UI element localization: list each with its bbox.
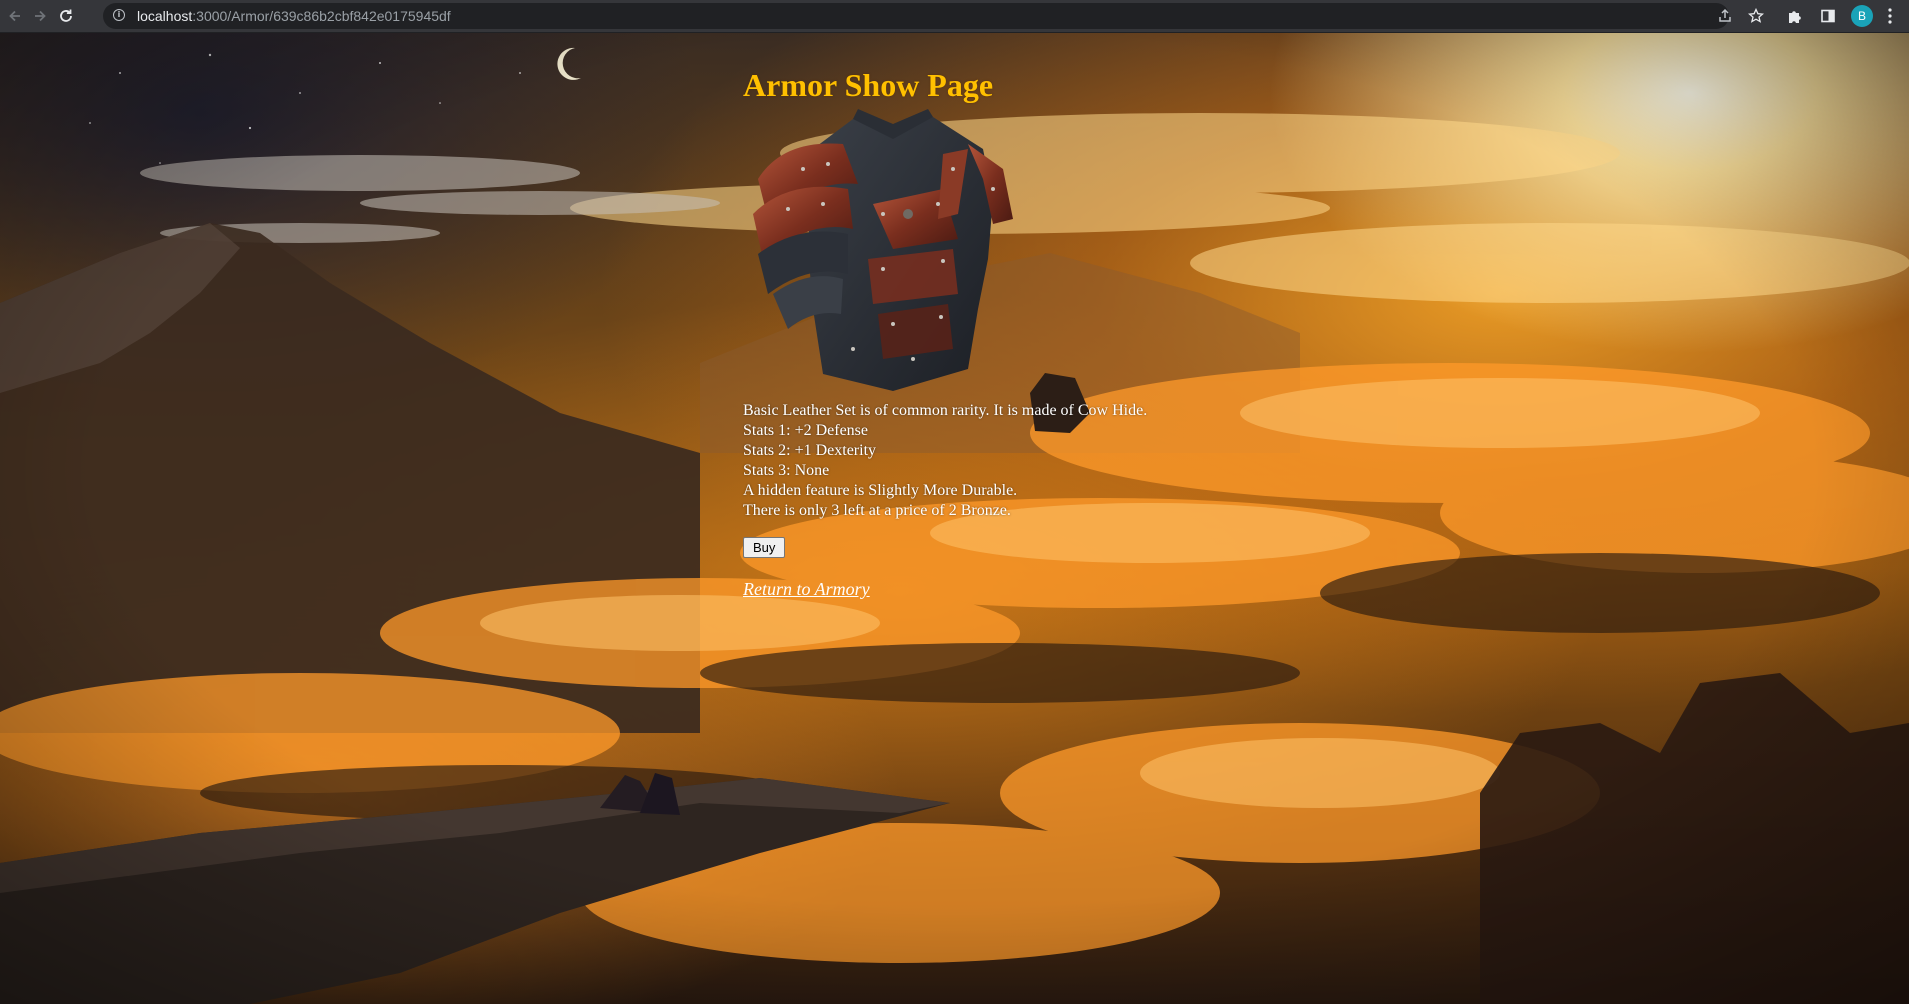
menu-button[interactable] [1887,7,1893,25]
buy-button[interactable]: Buy [743,537,786,558]
url-text[interactable]: localhost:3000/Armor/639c86b2cbf842e0175… [137,7,451,25]
forward-arrow-icon [35,10,46,22]
back-arrow-icon [9,10,20,22]
bookmark-button[interactable] [1746,6,1766,26]
kebab-menu-icon [1888,8,1892,24]
page-title: Armor Show Page [743,67,994,103]
armor-description: Basic Leather Set is of common rarity. I… [743,401,1343,521]
browser-toolbar: i localhost:3000/Armor/639c86b2cbf842e01… [0,0,1909,33]
forward-button[interactable] [30,6,50,26]
armor-show-content: Armor Show Page Basic Leather Set is of … [743,65,1343,600]
armor-image [753,109,1013,391]
stats-2-line: Stats 2: +1 Dexterity [743,442,877,459]
page-background: Armor Show Page Basic Leather Set is of … [0,33,1909,1004]
return-to-armory-link[interactable]: Return to Armory [743,578,1343,600]
stock-price-line: There is only 3 left at a price of 2 Bro… [743,502,1011,519]
hidden-feature-line: A hidden feature is Slightly More Durabl… [743,482,1018,499]
info-icon[interactable]: i [113,9,125,21]
stats-3-line: Stats 3: None [743,462,830,479]
reload-icon [60,9,72,22]
description-line: Basic Leather Set is of common rarity. I… [743,402,1148,419]
share-button[interactable] [1715,6,1735,26]
address-bar[interactable]: i localhost:3000/Armor/639c86b2cbf842e01… [103,3,1729,29]
star-icon [1748,8,1764,23]
side-panel-icon [1821,9,1835,23]
back-button[interactable] [5,6,25,26]
share-icon [1719,8,1731,22]
url-path: :3000/Armor/639c86b2cbf842e0175945df [192,8,451,24]
puzzle-icon [1789,11,1801,23]
extensions-button[interactable] [1785,6,1805,26]
url-host: localhost [137,8,193,24]
profile-avatar[interactable]: B [1851,5,1873,27]
side-panel-button[interactable] [1818,6,1838,26]
stats-1-line: Stats 1: +2 Defense [743,422,868,439]
reload-button[interactable] [56,6,76,26]
